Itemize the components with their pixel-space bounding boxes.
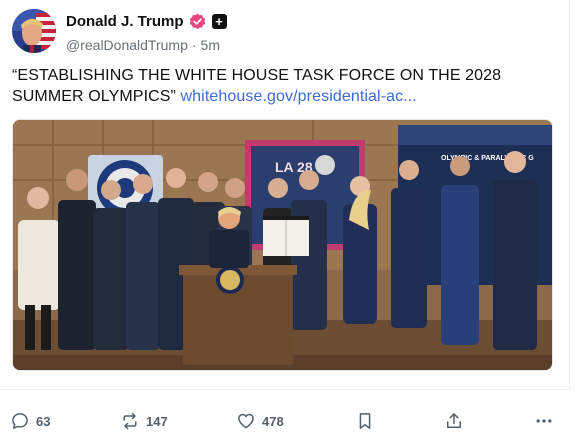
more-dots-icon bbox=[536, 419, 552, 423]
share-upload-icon bbox=[447, 413, 461, 428]
plus-badge-icon: + bbox=[211, 14, 227, 29]
comment-bubble-icon bbox=[12, 413, 28, 429]
post-link[interactable]: whitehouse.gov/presidential-ac... bbox=[181, 88, 417, 105]
share-button[interactable] bbox=[444, 405, 464, 437]
author-meta: @realDonaldTrump · 5m bbox=[66, 37, 220, 53]
repost-arrows-icon bbox=[123, 412, 137, 430]
signing-ceremony-photo: LA 28 OLYMPIC & PARALYMPIC G bbox=[13, 120, 552, 370]
author-display-name[interactable]: Donald J. Trump bbox=[66, 13, 184, 30]
meta-separator: · bbox=[191, 37, 197, 53]
post-card: Donald J. Trump + @realDonaldTrump · 5m “E… bbox=[0, 0, 570, 430]
heart-icon bbox=[238, 413, 254, 429]
author-handle[interactable]: @realDonaldTrump bbox=[66, 37, 188, 53]
bookmark-button[interactable] bbox=[355, 405, 375, 437]
reply-count: 63 bbox=[36, 413, 51, 429]
avatar-image bbox=[12, 9, 56, 53]
bookmark-icon bbox=[359, 413, 371, 429]
post-actions: 63 147 478 bbox=[0, 405, 580, 437]
author-name-row: Donald J. Trump + bbox=[66, 13, 227, 30]
like-button[interactable]: 478 bbox=[236, 405, 284, 437]
like-count: 478 bbox=[262, 413, 284, 429]
repost-button[interactable]: 147 bbox=[120, 405, 168, 437]
reply-button[interactable]: 63 bbox=[10, 405, 50, 437]
avatar[interactable] bbox=[12, 9, 56, 53]
more-button[interactable] bbox=[534, 405, 554, 437]
post-timestamp[interactable]: 5m bbox=[201, 37, 220, 53]
post-body: “ESTABLISHING THE WHITE HOUSE TASK FORCE… bbox=[12, 65, 552, 107]
verified-badge-icon bbox=[189, 13, 205, 29]
post-image[interactable]: LA 28 OLYMPIC & PARALYMPIC G bbox=[12, 119, 553, 371]
repost-count: 147 bbox=[146, 413, 168, 429]
